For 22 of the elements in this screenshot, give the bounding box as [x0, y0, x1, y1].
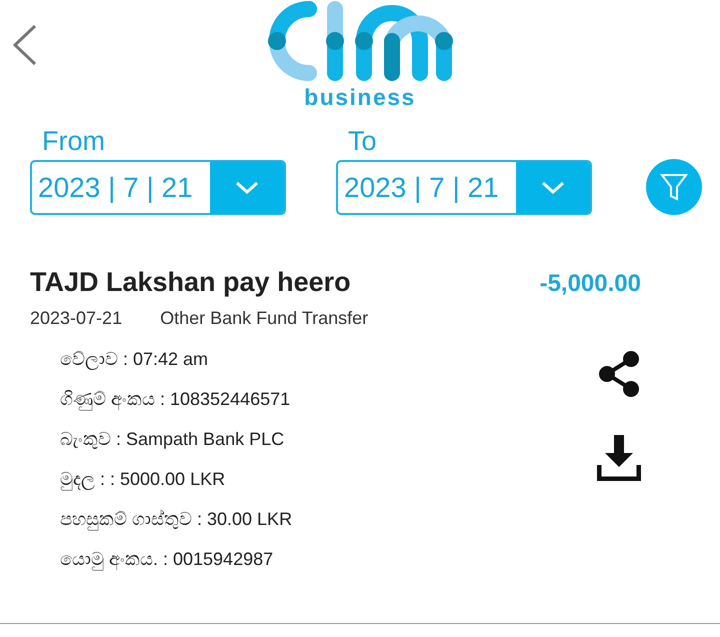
chevron-down-icon	[541, 180, 565, 194]
transaction-title: TAJD Lakshan pay heero	[30, 267, 351, 298]
back-button[interactable]	[12, 24, 38, 66]
detail-text: මුදල : : 5000.00 LKR	[60, 468, 226, 492]
logo-icon	[267, 1, 453, 81]
detail-text: ගිණුම් අංකය : 108352446571	[60, 388, 292, 412]
brand-subtitle: business	[304, 84, 416, 111]
transaction-date: 2023-07-21	[30, 308, 122, 329]
transaction-type: Other Bank Fund Transfer	[160, 308, 368, 329]
date-label: From	[42, 126, 106, 157]
chevron-down-icon	[235, 180, 259, 194]
date-picker[interactable]: 2023 | 7 | 21	[336, 160, 592, 215]
download-icon[interactable]	[597, 435, 641, 481]
detail-text: පහසුකම් ගාස්තුව : 30.00 LKR	[60, 508, 292, 532]
filter-icon	[660, 172, 688, 202]
detail-text: වේලාව : 07:42 am	[60, 348, 210, 372]
detail-text: බැංකුව : Sampath Bank PLC	[60, 428, 286, 451]
detail-text: යොමු අංකය. : 0015942987	[60, 548, 274, 572]
date-picker[interactable]: 2023 | 7 | 21	[30, 160, 286, 215]
share-icon[interactable]	[597, 351, 641, 397]
transaction-amount: -5,000.00	[540, 270, 641, 298]
date-label: To	[348, 126, 378, 157]
